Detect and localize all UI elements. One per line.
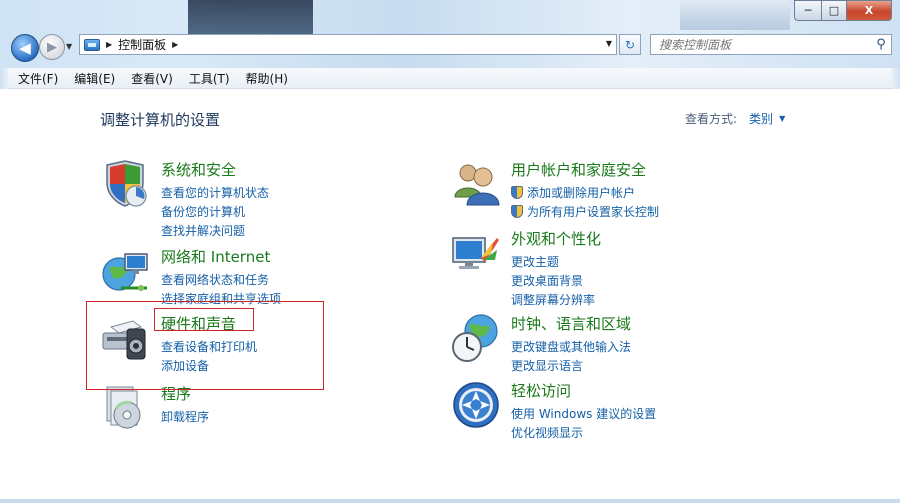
- chevron-down-icon[interactable]: ▼: [779, 114, 785, 123]
- refresh-icon: ↻: [624, 37, 636, 52]
- content-area: 调整计算机的设置 查看方式: 类别 ▼ 系统和安全 查看您的计算机状态 备份您的…: [0, 89, 900, 503]
- page-title: 调整计算机的设置: [100, 111, 221, 129]
- background-window-deco-2: [680, 0, 790, 30]
- programs-icon: [106, 386, 141, 429]
- category-title[interactable]: 系统和安全: [161, 159, 236, 180]
- view-by: 查看方式: 类别 ▼: [685, 110, 785, 127]
- refresh-button[interactable]: ↻: [619, 34, 641, 55]
- control-panel-window: ─ □ X ◀ ▶ ▼ ▶ 控制面板 ▶ ▼ ↻ ⚲ 文件(F) 编辑(E) 查…: [0, 0, 900, 503]
- link-troubleshoot[interactable]: 查找并解决问题: [161, 221, 269, 240]
- link-change-theme[interactable]: 更改主题: [511, 252, 595, 271]
- highlight-annotation-title: [154, 308, 254, 331]
- close-button[interactable]: X: [847, 0, 892, 21]
- clock-globe-icon: [452, 314, 498, 362]
- forward-arrow-icon: ▶: [47, 39, 57, 55]
- caption-buttons: ─ □ X: [794, 0, 892, 21]
- category-title[interactable]: 轻松访问: [511, 380, 571, 401]
- link-parental-controls[interactable]: 为所有用户设置家长控制: [511, 202, 659, 221]
- link-add-remove-accounts[interactable]: 添加或删除用户帐户: [511, 183, 659, 202]
- ease-of-access-icon: [453, 382, 499, 428]
- menu-edit[interactable]: 编辑(E): [66, 70, 123, 87]
- maximize-button[interactable]: □: [822, 0, 847, 21]
- breadcrumb-separator-icon[interactable]: ▶: [172, 40, 178, 49]
- link-optimize-display[interactable]: 优化视频显示: [511, 423, 656, 442]
- menu-file[interactable]: 文件(F): [0, 70, 66, 87]
- category-title[interactable]: 外观和个性化: [511, 228, 601, 249]
- category-title[interactable]: 时钟、语言和区域: [511, 313, 631, 334]
- shield-icon: [106, 160, 147, 207]
- uac-shield-icon: [511, 205, 523, 218]
- link-display-language[interactable]: 更改显示语言: [511, 356, 631, 375]
- menu-tools[interactable]: 工具(T): [181, 70, 238, 87]
- menu-help[interactable]: 帮助(H): [238, 70, 296, 87]
- menu-bar: 文件(F) 编辑(E) 查看(V) 工具(T) 帮助(H): [0, 68, 900, 89]
- forward-button[interactable]: ▶: [39, 34, 65, 60]
- view-by-dropdown[interactable]: 类别: [749, 110, 773, 127]
- search-icon[interactable]: ⚲: [871, 35, 891, 54]
- breadcrumb-separator-icon[interactable]: ▶: [106, 40, 112, 49]
- link-backup-computer[interactable]: 备份您的计算机: [161, 202, 269, 221]
- control-panel-icon: [84, 38, 100, 51]
- search-box[interactable]: ⚲: [650, 34, 892, 55]
- category-title[interactable]: 用户帐户和家庭安全: [511, 159, 646, 180]
- uac-shield-icon: [511, 186, 523, 199]
- network-icon: [102, 253, 148, 291]
- link-network-status[interactable]: 查看网络状态和任务: [161, 270, 281, 289]
- back-arrow-icon: ◀: [19, 39, 31, 57]
- address-dropdown-icon[interactable]: ▼: [606, 39, 612, 48]
- minimize-button[interactable]: ─: [794, 0, 822, 21]
- appearance-icon: [452, 237, 499, 269]
- address-bar[interactable]: ▶ 控制面板 ▶ ▼: [79, 34, 617, 55]
- recent-pages-button[interactable]: ▼: [66, 42, 72, 51]
- link-uninstall-program[interactable]: 卸载程序: [161, 407, 209, 426]
- users-icon: [454, 164, 500, 206]
- menu-view[interactable]: 查看(V): [123, 70, 181, 87]
- breadcrumb-control-panel[interactable]: 控制面板: [118, 36, 166, 53]
- link-screen-resolution[interactable]: 调整屏幕分辨率: [511, 290, 595, 309]
- search-input[interactable]: [651, 36, 871, 53]
- category-title[interactable]: 网络和 Internet: [161, 246, 270, 267]
- link-view-computer-status[interactable]: 查看您的计算机状态: [161, 183, 269, 202]
- window-border-bottom: [0, 499, 900, 503]
- link-keyboard-input[interactable]: 更改键盘或其他输入法: [511, 337, 631, 356]
- link-change-background[interactable]: 更改桌面背景: [511, 271, 595, 290]
- background-window-deco: [188, 0, 313, 38]
- link-recommended-settings[interactable]: 使用 Windows 建议的设置: [511, 404, 656, 423]
- back-button[interactable]: ◀: [11, 34, 39, 62]
- view-by-label: 查看方式:: [685, 112, 738, 126]
